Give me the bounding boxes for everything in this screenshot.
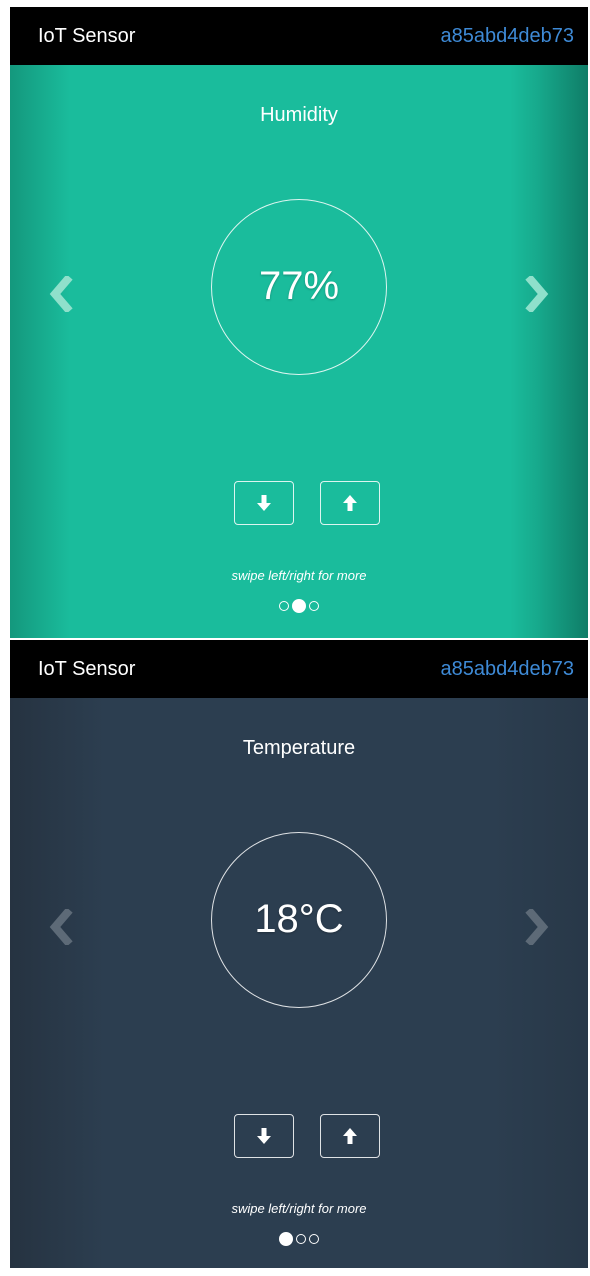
value-ring: 18°C — [211, 832, 387, 1008]
carousel-prev-control[interactable] — [10, 864, 114, 990]
humidity-screen: IoT Sensor a85abd4deb73 Humidity 77% swi… — [10, 7, 588, 638]
swipe-hint: swipe left/right for more — [231, 568, 367, 583]
carousel-indicator-2[interactable] — [292, 599, 306, 613]
decrease-button[interactable] — [234, 481, 294, 525]
humidity-value: 77% — [258, 264, 340, 308]
arrow-up-icon — [343, 495, 357, 511]
carousel-indicator-2[interactable] — [296, 1234, 306, 1244]
carousel-indicators — [10, 598, 588, 614]
value-ring: 77% — [211, 199, 387, 375]
carousel-next-control[interactable] — [484, 231, 588, 357]
carousel-prev-control[interactable] — [10, 231, 114, 357]
arrow-up-icon — [343, 1128, 357, 1144]
carousel-next-control[interactable] — [484, 864, 588, 990]
navbar: IoT Sensor a85abd4deb73 — [10, 7, 588, 65]
slide-title: Humidity — [260, 104, 338, 126]
arrow-down-icon — [257, 495, 271, 511]
device-id-link[interactable]: a85abd4deb73 — [441, 24, 574, 48]
navbar: IoT Sensor a85abd4deb73 — [10, 640, 588, 698]
carousel-indicators — [10, 1231, 588, 1247]
carousel-indicator-1[interactable] — [279, 1232, 293, 1246]
carousel-slide-humidity: Humidity 77% swipe left/right for more — [10, 65, 588, 638]
device-id-link[interactable]: a85abd4deb73 — [441, 657, 574, 681]
swipe-hint: swipe left/right for more — [231, 1201, 367, 1216]
increase-button[interactable] — [320, 1114, 380, 1158]
temperature-value: 18°C — [254, 897, 344, 941]
chevron-right-icon — [525, 909, 549, 945]
navbar-brand[interactable]: IoT Sensor — [38, 24, 135, 48]
slide-title: Temperature — [242, 737, 356, 759]
carousel-indicator-1[interactable] — [279, 601, 289, 611]
carousel-indicator-3[interactable] — [309, 1234, 319, 1244]
navbar-brand[interactable]: IoT Sensor — [38, 657, 135, 681]
temperature-screen: IoT Sensor a85abd4deb73 Temperature 18°C… — [10, 640, 588, 1268]
increase-button[interactable] — [320, 481, 380, 525]
decrease-button[interactable] — [234, 1114, 294, 1158]
carousel-indicator-3[interactable] — [309, 601, 319, 611]
arrow-down-icon — [257, 1128, 271, 1144]
carousel-slide-temperature: Temperature 18°C swipe left/right for mo… — [10, 698, 588, 1268]
chevron-right-icon — [525, 276, 549, 312]
chevron-left-icon — [49, 909, 73, 945]
chevron-left-icon — [49, 276, 73, 312]
